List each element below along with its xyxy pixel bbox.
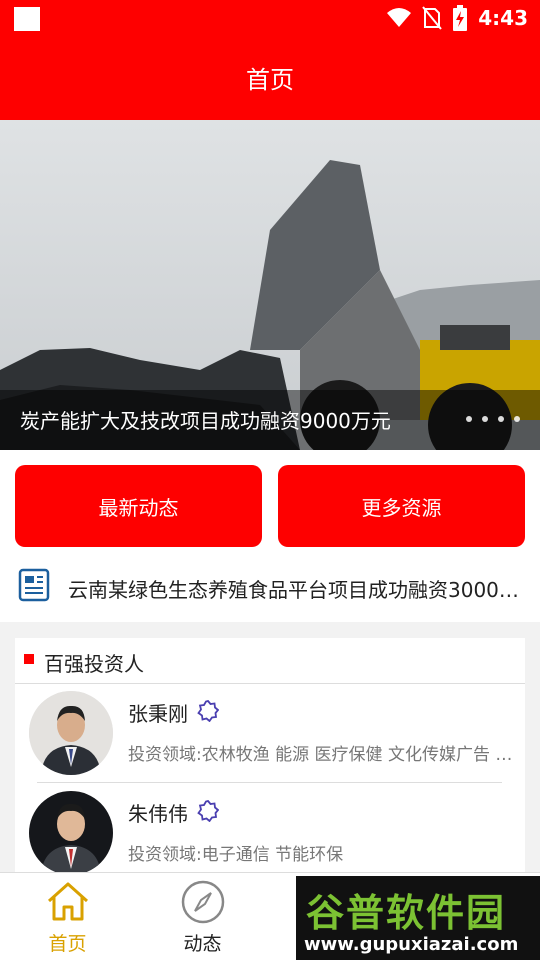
- section-header: 百强投资人: [15, 638, 525, 684]
- investor-item[interactable]: 朱伟伟 投资领域:电子通信 节能环保: [15, 784, 525, 878]
- divider: [37, 782, 502, 783]
- tab-news[interactable]: 动态: [135, 873, 270, 960]
- wifi-icon: [387, 8, 412, 27]
- investor-name: 张秉刚: [128, 702, 188, 726]
- watermark-url: www.gupuxiazai.com: [304, 934, 519, 955]
- compass-icon: [181, 880, 225, 924]
- action-buttons: 最新动态 更多资源: [0, 450, 540, 560]
- investor-field: 投资领域:农林牧渔 能源 医疗保健 文化传媒广告 教育: [128, 745, 520, 765]
- more-resources-button[interactable]: 更多资源: [278, 465, 525, 547]
- no-sim-icon: [422, 6, 443, 30]
- investor-item[interactable]: 张秉刚 投资领域:农林牧渔 能源 医疗保健 文化传媒广告 教育: [15, 684, 525, 782]
- section-marker: [24, 654, 34, 664]
- status-bar: 4:43: [0, 0, 540, 36]
- tab-label: 动态: [183, 933, 222, 955]
- news-icon: [18, 568, 50, 602]
- tab-home[interactable]: 首页: [0, 873, 135, 960]
- news-ticker[interactable]: 云南某绿色生态养殖食品平台项目成功融资3000万元: [0, 560, 540, 622]
- carousel-dot: [498, 416, 504, 422]
- investor-field: 投资领域:电子通信 节能环保: [128, 845, 344, 865]
- watermark-logo: 谷普软件园 www.gupuxiazai.com: [296, 876, 540, 960]
- carousel-dot: [466, 416, 472, 422]
- status-icons: 4:43: [386, 4, 528, 32]
- person-photo: [29, 691, 113, 775]
- news-headline: 云南某绿色生态养殖食品平台项目成功融资3000万元: [68, 578, 524, 602]
- top-investors-card: 百强投资人 张秉刚 投资领域:农林牧渔 能源 医疗保健 文化传媒广告 教育 朱伟…: [15, 638, 525, 878]
- section-title: 百强投资人: [44, 652, 144, 676]
- notification-icon: [14, 7, 40, 31]
- home-icon: [47, 882, 89, 921]
- banner-carousel[interactable]: 炭产能扩大及技改项目成功融资9000万元: [0, 120, 540, 450]
- clock: 4:43: [478, 6, 528, 30]
- page-title: 首页: [246, 66, 294, 94]
- banner-caption: 炭产能扩大及技改项目成功融资9000万元: [20, 409, 391, 433]
- tab-label: 首页: [48, 933, 87, 955]
- latest-news-button[interactable]: 最新动态: [15, 465, 262, 547]
- avatar: [29, 791, 113, 875]
- verified-badge-icon: [197, 700, 219, 722]
- person-photo: [29, 791, 113, 875]
- verified-badge-icon: [197, 800, 219, 822]
- app-bar: 首页: [0, 36, 540, 120]
- carousel-dot: [514, 416, 520, 422]
- watermark-brand: 谷普软件园: [306, 891, 507, 935]
- carousel-dot: [482, 416, 488, 422]
- avatar: [29, 691, 113, 775]
- battery-charging-icon: [453, 5, 468, 31]
- investor-name: 朱伟伟: [128, 802, 188, 826]
- carousel-indicator: [466, 416, 520, 422]
